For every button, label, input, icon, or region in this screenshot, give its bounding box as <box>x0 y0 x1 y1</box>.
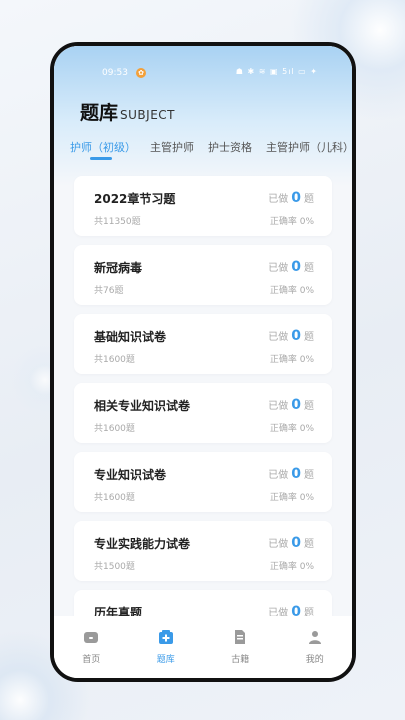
done-suffix: 题 <box>304 470 314 481</box>
status-bar: 09:53 ✿ ☗ ✱ ≋ ▣ 5ıl ▭ ✦ <box>54 66 352 82</box>
question-set-count: 共11350题 <box>94 217 141 227</box>
tabbar-question-bank[interactable]: 题库 <box>141 630 191 665</box>
done-count: 已做 0 题 <box>268 535 314 551</box>
done-prefix: 已做 <box>268 470 289 481</box>
question-set-count: 共76题 <box>94 286 124 296</box>
done-number: 0 <box>291 466 301 482</box>
bottom-tab-bar: 首页 题库 古籍 我的 <box>54 616 352 678</box>
done-number: 0 <box>291 328 301 344</box>
page-title-text: 题库 <box>80 102 119 124</box>
accuracy-rate: 正确率 0% <box>269 493 314 503</box>
question-set-name: 基础知识试卷 <box>94 330 167 344</box>
done-count: 已做 0 题 <box>268 190 314 206</box>
question-bank-icon <box>158 630 173 644</box>
question-set-card[interactable]: 基础知识试卷 共1600题 已做 0 题 正确率 0% <box>74 314 332 374</box>
question-set-name: 新冠病毒 <box>94 261 143 275</box>
tabbar-home-label: 首页 <box>82 655 101 665</box>
accuracy-rate: 正确率 0% <box>269 217 314 227</box>
question-set-count: 共1600题 <box>94 493 135 503</box>
profile-icon <box>308 631 321 644</box>
notification-icon: ✿ <box>136 68 146 78</box>
book-icon <box>235 630 246 644</box>
accuracy-rate: 正确率 0% <box>269 562 314 572</box>
done-number: 0 <box>291 397 301 413</box>
question-set-list: 2022章节习题 共11350题 已做 0 题 正确率 0% 新冠病毒 共76题 已… <box>74 176 332 659</box>
question-set-count: 共1600题 <box>94 424 135 434</box>
tabbar-profile-label: 我的 <box>305 655 324 665</box>
done-count: 已做 0 题 <box>268 397 314 413</box>
done-suffix: 题 <box>304 401 314 412</box>
home-icon <box>84 632 99 643</box>
done-number: 0 <box>291 259 301 275</box>
done-suffix: 题 <box>304 194 314 205</box>
question-set-name: 相关专业知识试卷 <box>94 399 191 413</box>
status-time: 09:53 <box>102 68 128 78</box>
question-set-count: 共1500题 <box>94 562 135 572</box>
accuracy-rate: 正确率 0% <box>269 355 314 365</box>
tab-chief-nurse-pediatrics[interactable]: 主管护师（儿科） <box>266 139 352 155</box>
tabbar-books[interactable]: 古籍 <box>215 630 265 665</box>
question-set-card[interactable]: 专业实践能力试卷 共1500题 已做 0 题 正确率 0% <box>74 521 332 581</box>
system-status-icons: ☗ ✱ ≋ ▣ 5ıl ▭ ✦ <box>235 67 318 76</box>
tabbar-books-label: 古籍 <box>231 655 250 665</box>
done-count: 已做 0 题 <box>268 328 314 344</box>
tabbar-question-bank-label: 题库 <box>156 655 175 665</box>
tabbar-home[interactable]: 首页 <box>66 630 116 665</box>
done-count: 已做 0 题 <box>268 259 314 275</box>
question-set-card[interactable]: 新冠病毒 共76题 已做 0 题 正确率 0% <box>74 245 332 305</box>
category-tabs: 护师（初级） 主管护师 护士资格 主管护师（儿科） <box>70 139 352 160</box>
tab-chief-nurse[interactable]: 主管护师 <box>150 139 194 155</box>
question-set-name: 专业知识试卷 <box>94 468 167 482</box>
done-prefix: 已做 <box>268 539 289 550</box>
done-suffix: 题 <box>304 539 314 550</box>
done-count: 已做 0 题 <box>268 466 314 482</box>
phone-frame: 09:53 ✿ ☗ ✱ ≋ ▣ 5ıl ▭ ✦ 题库 SUBJECT 护师（初级… <box>50 42 356 682</box>
page-title: 题库 SUBJECT <box>80 98 175 125</box>
done-number: 0 <box>291 535 301 551</box>
done-prefix: 已做 <box>268 194 289 205</box>
done-suffix: 题 <box>304 263 314 274</box>
done-prefix: 已做 <box>268 401 289 412</box>
done-prefix: 已做 <box>268 332 289 343</box>
question-set-count: 共1600题 <box>94 355 135 365</box>
accuracy-rate: 正确率 0% <box>269 286 314 296</box>
done-suffix: 题 <box>304 332 314 343</box>
question-set-name: 专业实践能力试卷 <box>94 537 191 551</box>
tab-nurse-qualification[interactable]: 护士资格 <box>208 139 252 155</box>
tab-nurse-junior[interactable]: 护师（初级） <box>70 139 136 160</box>
accuracy-rate: 正确率 0% <box>269 424 314 434</box>
done-number: 0 <box>291 190 301 206</box>
app-screen: 09:53 ✿ ☗ ✱ ≋ ▣ 5ıl ▭ ✦ 题库 SUBJECT 护师（初级… <box>54 46 352 678</box>
question-set-card[interactable]: 相关专业知识试卷 共1600题 已做 0 题 正确率 0% <box>74 383 332 443</box>
tabbar-profile[interactable]: 我的 <box>290 630 340 665</box>
question-set-name: 2022章节习题 <box>94 192 176 206</box>
page-subtitle: SUBJECT <box>120 108 175 122</box>
question-set-card[interactable]: 专业知识试卷 共1600题 已做 0 题 正确率 0% <box>74 452 332 512</box>
question-set-card[interactable]: 2022章节习题 共11350题 已做 0 题 正确率 0% <box>74 176 332 236</box>
done-prefix: 已做 <box>268 263 289 274</box>
